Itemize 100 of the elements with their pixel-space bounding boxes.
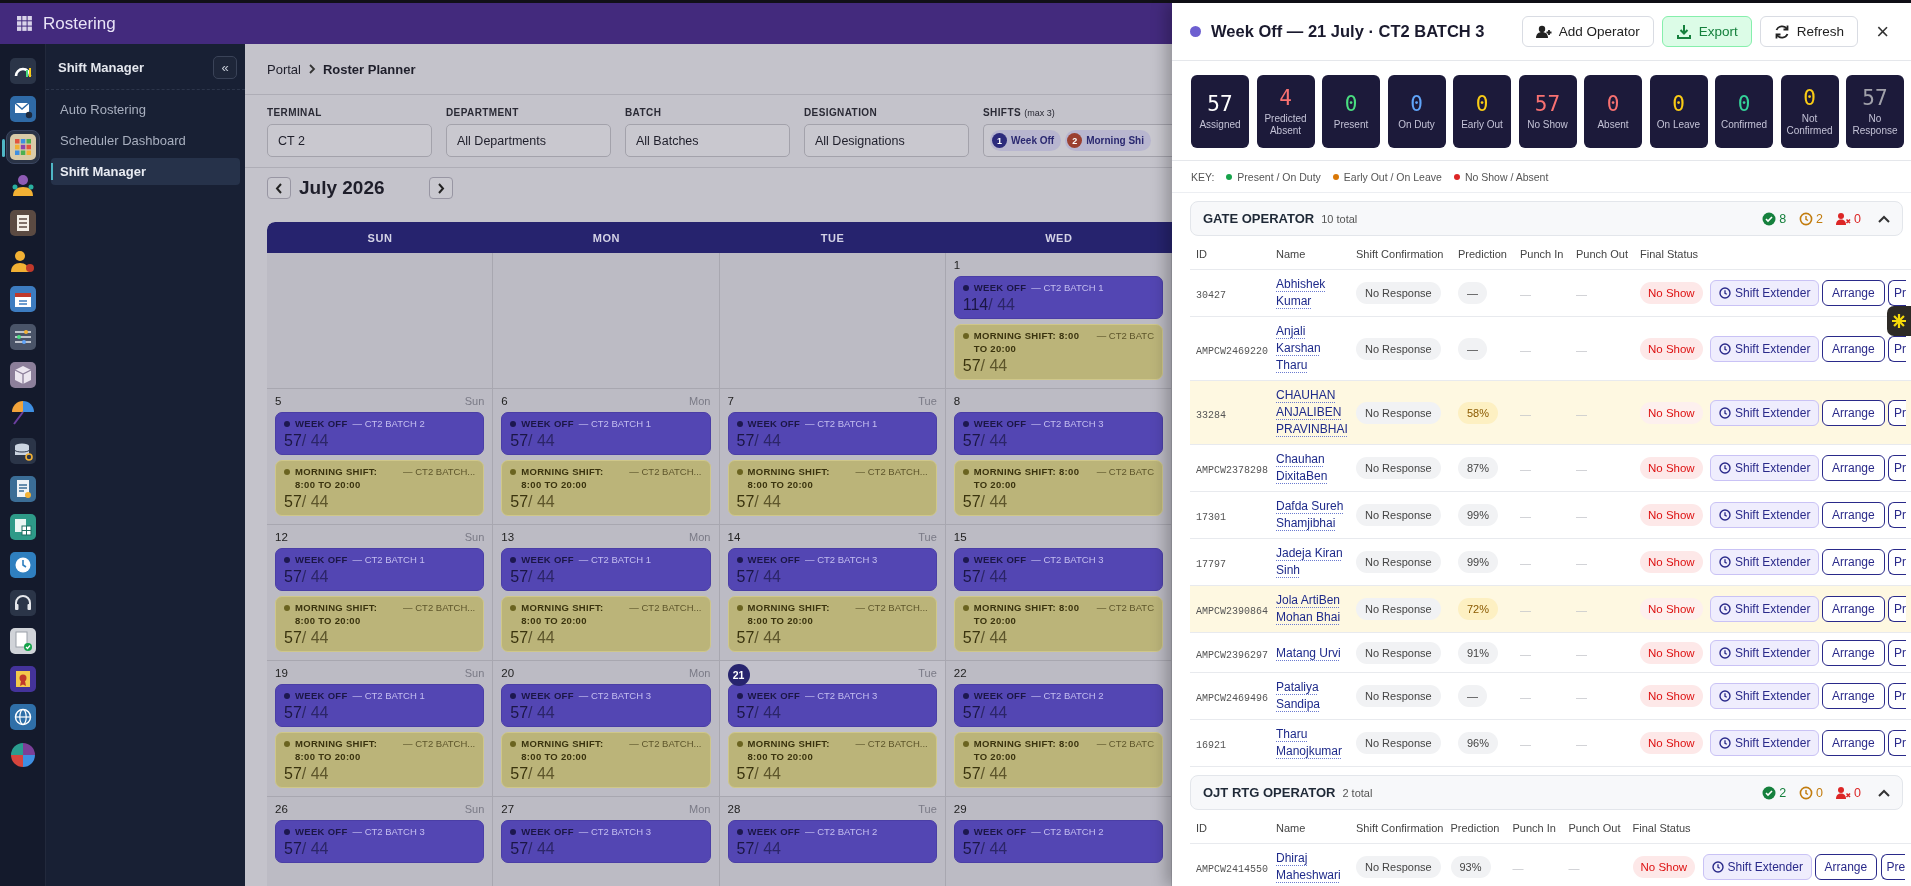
shift-extender-button[interactable]: Shift Extender <box>1710 549 1820 575</box>
sidebar-item[interactable]: Scheduler Dashboard <box>51 127 240 154</box>
calendar-day-cell[interactable]: 15 WEEK OFF — CT2 BATCH 3 57/ 44 MORNING SHIFT: 8:00 TO 20:00 — CT2 BATC 57/ 44 <box>945 525 1172 661</box>
table-row[interactable]: AMPCW2390864 Jola ArtiBen Mohan Bhai No Response 72% — — No Show Shift Extender Arrange Pr <box>1190 586 1911 633</box>
shift-card[interactable]: WEEK OFF — CT2 BATCH 3 57/ 44 <box>501 684 711 727</box>
action-button[interactable]: Pr <box>1888 596 1906 622</box>
action-button[interactable]: Pre <box>1880 854 1906 880</box>
shift-select-field[interactable]: 1 Week Off 2 Morning Shi <box>983 124 1172 157</box>
table-row[interactable]: AMPCW2378298 Chauhan DixitaBen No Response 87% — — No Show Shift Extender Arrange Pr <box>1190 445 1911 492</box>
arrange-button[interactable]: Arrange <box>1822 335 1885 362</box>
shift-card[interactable]: MORNING SHIFT: 8:00 TO 20:00 — CT2 BATCH... 57/ 44 <box>275 732 485 788</box>
shift-card[interactable]: WEEK OFF — CT2 BATCH 3 57/ 44 <box>953 548 1163 591</box>
shift-card[interactable]: MORNING SHIFT: 8:00 TO 20:00 — CT2 BATC 57/ 44 <box>953 324 1163 380</box>
calendar-day-cell[interactable]: 26 Sun WEEK OFF — CT2 BATCH 3 57/ 44 <box>267 797 494 886</box>
breadcrumb-link[interactable]: Portal <box>267 61 301 77</box>
assistant-button[interactable] <box>1887 306 1911 336</box>
calendar-day-cell[interactable]: 12 Sun WEEK OFF — CT2 BATCH 1 57/ 44 MORNING SHIFT: 8:00 TO 20:00 — CT2 BATCH... 57/ 44 <box>267 525 494 661</box>
arrange-button[interactable]: Arrange <box>1822 683 1885 709</box>
calendar-day-cell[interactable]: 22 WEEK OFF — CT2 BATCH 2 57/ 44 MORNING SHIFT: 8:00 TO 20:00 — CT2 BATC 57/ 44 <box>945 661 1172 797</box>
operator-name-link[interactable]: Dafda Sureh Shamjibhai <box>1276 498 1350 532</box>
select-field[interactable]: All Batches <box>625 124 790 157</box>
shift-card[interactable]: WEEK OFF — CT2 BATCH 3 57/ 44 <box>953 412 1163 455</box>
add-button[interactable]: Add Operator <box>1521 16 1654 47</box>
calendar-day-cell[interactable]: 29 WEEK OFF — CT2 BATCH 2 57/ 44 <box>945 797 1172 886</box>
operator-name-link[interactable]: Anjali Karshan Tharu <box>1276 323 1350 374</box>
operator-name-link[interactable]: Tharu Manojkumar <box>1276 726 1350 760</box>
shift-extender-button[interactable]: Shift Extender <box>1710 335 1820 362</box>
calendar-day-cell[interactable]: 8 WEEK OFF — CT2 BATCH 3 57/ 44 MORNING SHIFT: 8:00 TO 20:00 — CT2 BATC 57/ 44 <box>945 389 1172 525</box>
shift-card[interactable]: WEEK OFF — CT2 BATCH 2 57/ 44 <box>275 412 485 455</box>
arrange-button[interactable]: Arrange <box>1822 730 1885 756</box>
action-button[interactable]: Pr <box>1888 335 1906 362</box>
shift-extender-button[interactable]: Shift Extender <box>1710 280 1820 306</box>
next-month-button[interactable] <box>429 177 453 199</box>
shift-extender-button[interactable]: Shift Extender <box>1710 455 1820 481</box>
action-button[interactable]: Pr <box>1888 280 1906 306</box>
collapse-button[interactable]: « <box>213 56 237 79</box>
shift-card[interactable]: MORNING SHIFT: 8:00 TO 20:00 — CT2 BATCH... 57/ 44 <box>501 460 711 516</box>
arrange-button[interactable]: Arrange <box>1822 455 1885 481</box>
close-button[interactable]: × <box>1872 18 1893 45</box>
previous-month-button[interactable] <box>267 177 291 199</box>
shift-extender-button[interactable]: Shift Extender <box>1702 854 1812 880</box>
arrange-button[interactable]: Arrange <box>1822 549 1885 575</box>
shift-card[interactable]: MORNING SHIFT: 8:00 TO 20:00 — CT2 BATCH... 57/ 44 <box>275 596 485 652</box>
shift-card[interactable]: WEEK OFF — CT2 BATCH 1 57/ 44 <box>275 684 485 727</box>
shift-card[interactable]: WEEK OFF — CT2 BATCH 3 57/ 44 <box>727 684 937 727</box>
rail-button[interactable] <box>5 130 40 164</box>
shift-card[interactable]: WEEK OFF — CT2 BATCH 1 57/ 44 <box>275 548 485 591</box>
export-button[interactable]: Export <box>1661 16 1752 47</box>
table-row[interactable]: AMPCW2469496 Pataliya Sandipa No Response — — — No Show Shift Extender Arrange Pr <box>1190 673 1911 720</box>
shift-chip[interactable]: 2 Morning Shi <box>1065 130 1151 151</box>
group-header[interactable]: OJT RTG OPERATOR 2 total 2 0 0 <box>1190 775 1903 810</box>
shift-chip[interactable]: 1 Week Off <box>990 130 1062 151</box>
shift-card[interactable]: MORNING SHIFT: 8:00 TO 20:00 — CT2 BATCH... 57/ 44 <box>727 460 937 516</box>
arrange-button[interactable]: Arrange <box>1814 854 1878 880</box>
arrange-button[interactable]: Arrange <box>1822 502 1885 528</box>
shift-extender-button[interactable]: Shift Extender <box>1710 596 1820 622</box>
shift-card[interactable]: MORNING SHIFT: 8:00 TO 20:00 — CT2 BATC 57/ 44 <box>953 732 1163 788</box>
shift-card[interactable]: MORNING SHIFT: 8:00 TO 20:00 — CT2 BATCH... 57/ 44 <box>275 460 485 516</box>
shift-card[interactable]: WEEK OFF — CT2 BATCH 3 57/ 44 <box>275 820 485 863</box>
chevron-up-icon[interactable] <box>1878 214 1890 223</box>
action-button[interactable]: Pr <box>1888 455 1906 481</box>
shift-card[interactable]: MORNING SHIFT: 8:00 TO 20:00 — CT2 BATCH... 57/ 44 <box>727 596 937 652</box>
table-row[interactable]: 17797 Jadeja Kiran Sinh No Response 99% — — No Show Shift Extender Arrange Pr <box>1190 539 1911 586</box>
operator-name-link[interactable]: Matang Urvi <box>1276 645 1341 662</box>
shift-extender-button[interactable]: Shift Extender <box>1710 502 1820 528</box>
arrange-button[interactable]: Arrange <box>1822 596 1885 622</box>
table-row[interactable]: AMPCW2396297 Matang Urvi No Response 91% — — No Show Shift Extender Arrange Pr <box>1190 633 1911 673</box>
table-row[interactable]: 16921 Tharu Manojkumar No Response 96% — — No Show Shift Extender Arrange Pr <box>1190 720 1911 767</box>
chevron-up-icon[interactable] <box>1878 788 1890 797</box>
action-button[interactable]: Pr <box>1888 549 1906 575</box>
shift-card[interactable]: WEEK OFF — CT2 BATCH 2 57/ 44 <box>953 820 1163 863</box>
calendar-day-cell[interactable]: 1 WEEK OFF — CT2 BATCH 1 114/ 44 MORNING SHIFT: 8:00 TO 20:00 — CT2 BATC 57/ 44 <box>945 253 1172 389</box>
shift-card[interactable]: MORNING SHIFT: 8:00 TO 20:00 — CT2 BATCH... 57/ 44 <box>501 732 711 788</box>
shift-card[interactable]: WEEK OFF — CT2 BATCH 1 57/ 44 <box>501 412 711 455</box>
table-row[interactable]: 33284 CHAUHAN ANJALIBEN PRAVINBHAI No Response 58% — — No Show Shift Extender Arrange Pr <box>1190 381 1911 445</box>
sidebar-item[interactable]: Shift Manager <box>51 158 240 185</box>
calendar-day-cell[interactable]: 5 Sun WEEK OFF — CT2 BATCH 2 57/ 44 MORNING SHIFT: 8:00 TO 20:00 — CT2 BATCH... 57/ 44 <box>267 389 494 525</box>
refresh-button[interactable]: Refresh <box>1759 16 1859 47</box>
shift-card[interactable]: WEEK OFF — CT2 BATCH 1 114/ 44 <box>953 276 1163 319</box>
arrange-button[interactable]: Arrange <box>1822 639 1885 666</box>
arrange-button[interactable]: Arrange <box>1822 399 1885 426</box>
operator-name-link[interactable]: Jola ArtiBen Mohan Bhai <box>1276 592 1350 626</box>
action-button[interactable]: Pr <box>1888 683 1906 709</box>
calendar-day-cell[interactable]: 7 Tue WEEK OFF — CT2 BATCH 1 57/ 44 MORNING SHIFT: 8:00 TO 20:00 — CT2 BATCH... 57/ 44 <box>719 389 946 525</box>
calendar-day-cell[interactable]: 13 Mon WEEK OFF — CT2 BATCH 1 57/ 44 MORNING SHIFT: 8:00 TO 20:00 — CT2 BATCH... 57/ 44 <box>493 525 720 661</box>
shift-extender-button[interactable]: Shift Extender <box>1710 730 1820 756</box>
shift-card[interactable]: WEEK OFF — CT2 BATCH 3 57/ 44 <box>501 820 711 863</box>
select-field[interactable]: All Departments <box>446 124 611 157</box>
shift-card[interactable]: WEEK OFF — CT2 BATCH 1 57/ 44 <box>727 412 937 455</box>
operator-name-link[interactable]: Pataliya Sandipa <box>1276 679 1350 713</box>
calendar-day-cell[interactable]: 27 Mon WEEK OFF — CT2 BATCH 3 57/ 44 <box>493 797 720 886</box>
shift-extender-button[interactable]: Shift Extender <box>1710 639 1820 666</box>
arrange-button[interactable]: Arrange <box>1822 280 1885 306</box>
select-field[interactable]: CT 2 <box>267 124 432 157</box>
table-row[interactable]: 30427 Abhishek Kumar No Response — — — No Show Shift Extender Arrange Pr <box>1190 270 1911 317</box>
action-button[interactable]: Pr <box>1888 639 1906 666</box>
select-field[interactable]: All Designations <box>804 124 969 157</box>
action-button[interactable]: Pr <box>1888 399 1906 426</box>
table-row[interactable]: AMPCW2414550 Dhiraj Maheshwari No Response 93% — — No Show Shift Extender Arrange Pre <box>1190 844 1911 886</box>
operator-name-link[interactable]: Abhishek Kumar <box>1276 276 1350 310</box>
